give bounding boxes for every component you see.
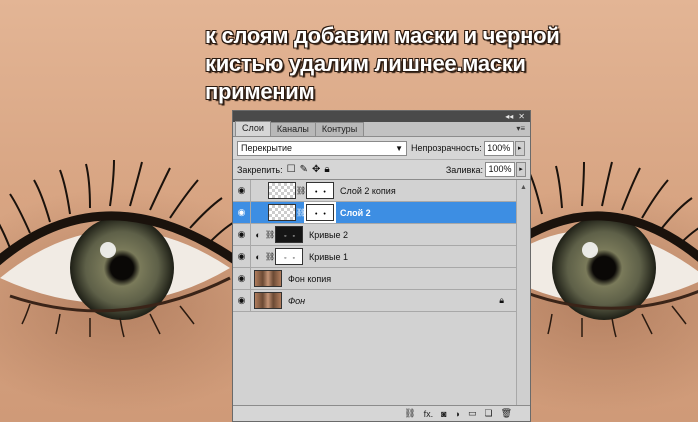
opacity-field[interactable]: 100% [483, 140, 514, 156]
blend-mode-select[interactable]: Перекрытие ▼ [237, 140, 407, 156]
layers-panel: ◂◂ ✕ Слои Каналы Контуры ▾≡ Перекрытие ▼… [232, 110, 531, 422]
eye-icon[interactable]: ◉ [233, 201, 251, 224]
link-icon[interactable]: ⛓︎ [404, 408, 415, 419]
layer-row[interactable]: ◉ Фон копия [233, 267, 516, 290]
layers-scrollbar[interactable]: ▲ [516, 180, 530, 408]
mask-icon[interactable]: ◙ [441, 409, 446, 419]
chain-link-icon[interactable]: ⛓︎ [265, 230, 275, 239]
layer-row[interactable]: ◉ Фон 🔒︎ [233, 289, 516, 312]
new-layer-icon[interactable]: ❏ [484, 408, 492, 419]
panel-bottom-toolbar: ⛓︎ fx. ◙ ◑ ▭ ❏ 🗑︎ [233, 405, 530, 421]
layer-thumbnail [254, 270, 282, 287]
layer-name: Фон копия [288, 273, 332, 284]
fill-arrow-icon[interactable]: ▸ [516, 162, 526, 177]
layer-row[interactable]: ◉ ◐ ⛓︎ ◦ ◦ Кривые 1 [233, 245, 516, 268]
brush-icon[interactable]: ✎ [300, 164, 308, 175]
fill-field[interactable]: 100% [485, 162, 515, 177]
layer-name: Фон [288, 295, 306, 306]
opacity-label: Непрозрачность: [411, 143, 482, 153]
tab-layers[interactable]: Слои [235, 121, 271, 136]
lock-transparency-icon[interactable]: ☐ [287, 164, 296, 175]
tab-channels[interactable]: Каналы [269, 122, 316, 136]
lock-icons: ☐ ✎ ✥ 🔒︎ [287, 164, 330, 175]
eye-icon[interactable]: ◉ [233, 267, 251, 290]
layer-mask-thumbnail[interactable]: ◦ ◦ [275, 226, 303, 243]
move-icon[interactable]: ✥ [312, 164, 320, 175]
layers-list: ◉ ⛓︎ • • Слой 2 копия ◉ ⛓︎ • • Слой 2 ◉ … [233, 179, 530, 408]
lock-row: Закрепить: ☐ ✎ ✥ 🔒︎ Заливка: 100% ▸ [233, 159, 530, 179]
chain-link-icon[interactable]: ⛓︎ [296, 186, 306, 195]
layer-mask-thumbnail[interactable]: ◦ ◦ [275, 248, 303, 265]
layer-thumbnail [268, 204, 296, 221]
adjustment-icon[interactable]: ◑ [455, 409, 460, 419]
eye-icon[interactable]: ◉ [233, 289, 251, 312]
tab-paths[interactable]: Контуры [314, 122, 365, 136]
caption-line-2: кистью удалим лишнее.маски [205, 51, 526, 76]
eye-icon[interactable]: ◉ [233, 245, 251, 268]
layer-thumbnail [254, 292, 282, 309]
lock-icon: 🔒︎ [499, 295, 504, 305]
layer-row-selected[interactable]: ◉ ⛓︎ • • Слой 2 [233, 201, 516, 224]
layer-mask-thumbnail[interactable]: • • [306, 182, 334, 199]
folder-icon[interactable]: ▭ [468, 408, 477, 419]
layer-row[interactable]: ◉ ◐ ⛓︎ ◦ ◦ Кривые 2 [233, 223, 516, 246]
chain-link-icon[interactable]: ⛓︎ [296, 208, 306, 217]
fx-icon[interactable]: fx. [424, 409, 434, 419]
panel-menu-icon[interactable]: ▾≡ [516, 124, 525, 133]
caption-line-3: применим [205, 79, 315, 104]
panel-tabs: Слои Каналы Контуры ▾≡ [233, 121, 530, 137]
double-chevron-icon[interactable]: ◂◂ [505, 112, 513, 121]
lock-icon[interactable]: 🔒︎ [324, 164, 329, 175]
caption-text: к слоям добавим маски и черной кистью уд… [205, 22, 585, 106]
chain-link-icon[interactable]: ⛓︎ [265, 252, 275, 261]
fill-label: Заливка: [445, 164, 483, 175]
trash-icon[interactable]: 🗑︎ [501, 408, 512, 419]
curves-adjustment-icon: ◐ [255, 251, 261, 262]
layer-mask-thumbnail[interactable]: • • [304, 202, 336, 223]
layer-name: Кривые 2 [309, 229, 349, 240]
blend-mode-value: Перекрытие [241, 142, 293, 153]
close-icon[interactable]: ✕ [518, 112, 525, 121]
layer-name: Слой 2 копия [340, 185, 396, 196]
layer-name: Кривые 1 [309, 251, 349, 262]
scroll-up-icon[interactable]: ▲ [517, 184, 530, 191]
eye-icon[interactable]: ◉ [233, 223, 251, 246]
curves-adjustment-icon: ◐ [255, 229, 261, 240]
chevron-down-icon: ▼ [395, 143, 403, 153]
left-eye-image [0, 159, 239, 338]
lock-label: Закрепить: [237, 164, 283, 175]
layer-name: Слой 2 [340, 207, 371, 218]
blend-row: Перекрытие ▼ Непрозрачность: 100% ▸ [233, 137, 530, 159]
opacity-arrow-icon[interactable]: ▸ [514, 140, 525, 156]
eye-icon[interactable]: ◉ [233, 179, 251, 202]
layer-row[interactable]: ◉ ⛓︎ • • Слой 2 копия [233, 179, 516, 202]
layer-thumbnail [268, 182, 296, 199]
panel-titlebar: ◂◂ ✕ [233, 111, 530, 122]
caption-line-1: к слоям добавим маски и черной [205, 23, 560, 48]
